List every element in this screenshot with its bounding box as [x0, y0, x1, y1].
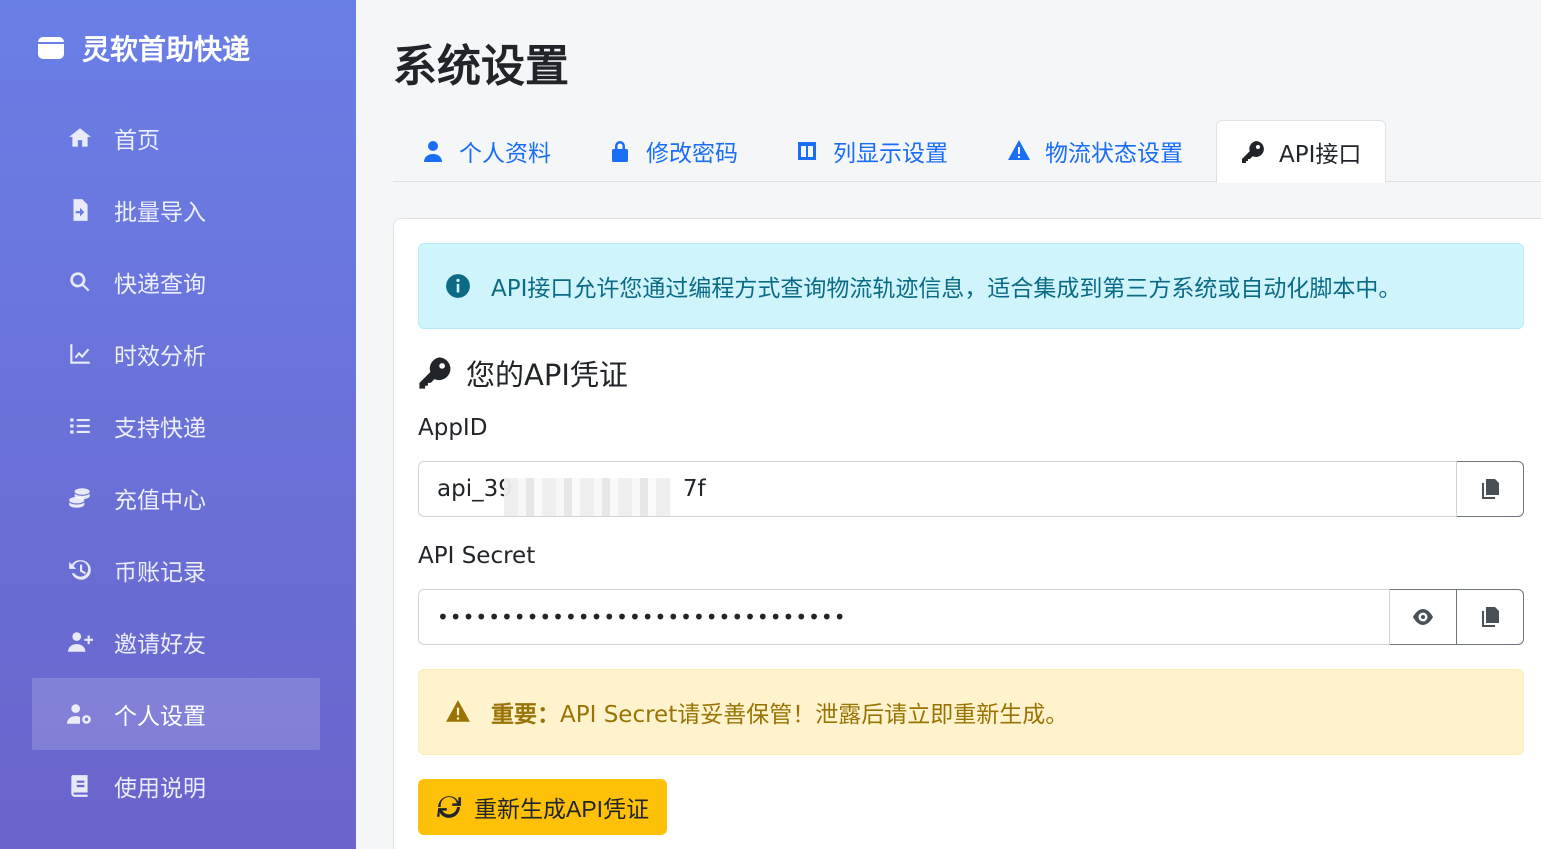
toggle-secret-button[interactable] — [1389, 589, 1457, 645]
tab-label: API接口 — [1279, 141, 1362, 168]
tab-label: 修改密码 — [646, 141, 738, 167]
sidebar-item-recharge[interactable]: 充值中心 — [32, 462, 320, 534]
user-gear-icon — [66, 700, 94, 728]
sidebar-item-coin-records[interactable]: 币账记录 — [32, 534, 320, 606]
warning-icon — [1008, 140, 1030, 160]
columns-icon — [798, 142, 816, 160]
sidebar-item-label: 个人设置 — [114, 704, 206, 730]
chart-line-icon — [66, 340, 94, 368]
warning-alert: 重要： API Secret请妥善保管！泄露后请立即重新生成。 — [418, 669, 1524, 755]
page-title: 系统设置 — [393, 41, 569, 92]
regenerate-credentials-button[interactable]: 重新生成API凭证 — [418, 779, 668, 835]
sidebar-item-express-query[interactable]: 快递查询 — [32, 246, 320, 318]
sidebar-item-label: 币账记录 — [114, 560, 206, 586]
sidebar-item-personal-settings[interactable]: 个人设置 — [32, 678, 320, 750]
sidebar-nav: 首页 批量导入 快递查询 时效分析 支持快递 充值中心 币账记录 邀请好友 个人… — [32, 102, 320, 822]
warning-text: API Secret请妥善保管！泄露后请立即重新生成。 — [560, 702, 1069, 728]
copy-icon — [1482, 607, 1499, 627]
sidebar-item-invite-friends[interactable]: 邀请好友 — [32, 606, 320, 678]
search-icon — [66, 268, 94, 296]
user-plus-icon — [66, 628, 94, 656]
appid-suffix: 7f — [682, 476, 706, 502]
secret-field[interactable]: •••••••••••••••••••••••••••••••• — [418, 589, 1390, 645]
settings-tabs: 个人资料 修改密码 列显示设置 物流状态设置 API接口 — [393, 120, 1541, 183]
user-icon — [424, 141, 442, 162]
tab-change-password[interactable]: 修改密码 — [608, 120, 738, 182]
api-card: API接口允许您通过编程方式查询物流轨迹信息，适合集成到第三方系统或自动化脚本中… — [393, 218, 1541, 849]
warning-icon — [446, 700, 470, 722]
tab-api[interactable]: API接口 — [1216, 120, 1387, 183]
sidebar-item-label: 邀请好友 — [114, 632, 206, 658]
copy-secret-button[interactable] — [1456, 589, 1524, 645]
section-title-text: 您的API凭证 — [466, 358, 628, 392]
section-title: 您的API凭证 — [418, 349, 628, 397]
sidebar: 灵软首助快递 首页 批量导入 快递查询 时效分析 支持快递 充值中心 币账记录 … — [0, 0, 356, 849]
sidebar-item-home[interactable]: 首页 — [32, 102, 320, 174]
secret-label: API Secret — [418, 543, 536, 569]
history-icon — [66, 556, 94, 584]
sidebar-item-user-guide[interactable]: 使用说明 — [32, 750, 320, 822]
warning-strong: 重要： — [491, 702, 560, 728]
secret-group: •••••••••••••••••••••••••••••••• — [418, 589, 1524, 645]
info-text: API接口允许您通过编程方式查询物流轨迹信息，适合集成到第三方系统或自动化脚本中… — [491, 276, 1402, 302]
lock-icon — [612, 141, 628, 162]
sidebar-item-label: 批量导入 — [114, 200, 206, 226]
sidebar-item-supported-express[interactable]: 支持快递 — [32, 390, 320, 462]
brand[interactable]: 灵软首助快递 — [36, 26, 250, 70]
tab-logistics-status[interactable]: 物流状态设置 — [1007, 120, 1183, 182]
tab-label: 列显示设置 — [833, 141, 948, 167]
eye-icon — [1413, 609, 1433, 625]
appid-prefix: api_39 — [437, 476, 513, 502]
sidebar-item-label: 使用说明 — [114, 776, 206, 802]
sidebar-item-label: 快递查询 — [114, 272, 206, 298]
appid-label: AppID — [418, 415, 488, 441]
regenerate-label: 重新生成API凭证 — [474, 796, 650, 822]
list-icon — [66, 412, 94, 440]
sidebar-item-label: 时效分析 — [114, 344, 206, 370]
info-alert: API接口允许您通过编程方式查询物流轨迹信息，适合集成到第三方系统或自动化脚本中… — [418, 243, 1524, 329]
file-import-icon — [66, 196, 94, 224]
appid-field[interactable]: api_39 7f — [418, 461, 1457, 517]
copy-appid-button[interactable] — [1456, 461, 1524, 517]
copy-icon — [1482, 479, 1499, 499]
sync-icon — [437, 796, 461, 818]
sidebar-item-label: 首页 — [114, 128, 160, 154]
book-icon — [66, 772, 94, 800]
sidebar-item-label: 支持快递 — [114, 416, 206, 442]
brand-name: 灵软首助快递 — [82, 33, 251, 66]
info-circle-icon — [446, 274, 470, 298]
key-icon — [419, 357, 451, 389]
redaction-mask — [504, 478, 671, 516]
appid-group: api_39 7f — [418, 461, 1524, 517]
home-icon — [66, 124, 94, 152]
key-icon — [1242, 140, 1264, 163]
box-icon — [36, 33, 66, 63]
coins-icon — [66, 484, 94, 512]
sidebar-item-timeliness[interactable]: 时效分析 — [32, 318, 320, 390]
sidebar-item-batch-import[interactable]: 批量导入 — [32, 174, 320, 246]
sidebar-item-label: 充值中心 — [114, 488, 206, 514]
tab-column-display[interactable]: 列显示设置 — [795, 120, 948, 182]
tab-label: 个人资料 — [459, 141, 551, 167]
tab-profile[interactable]: 个人资料 — [421, 120, 551, 182]
tab-label: 物流状态设置 — [1045, 141, 1183, 167]
